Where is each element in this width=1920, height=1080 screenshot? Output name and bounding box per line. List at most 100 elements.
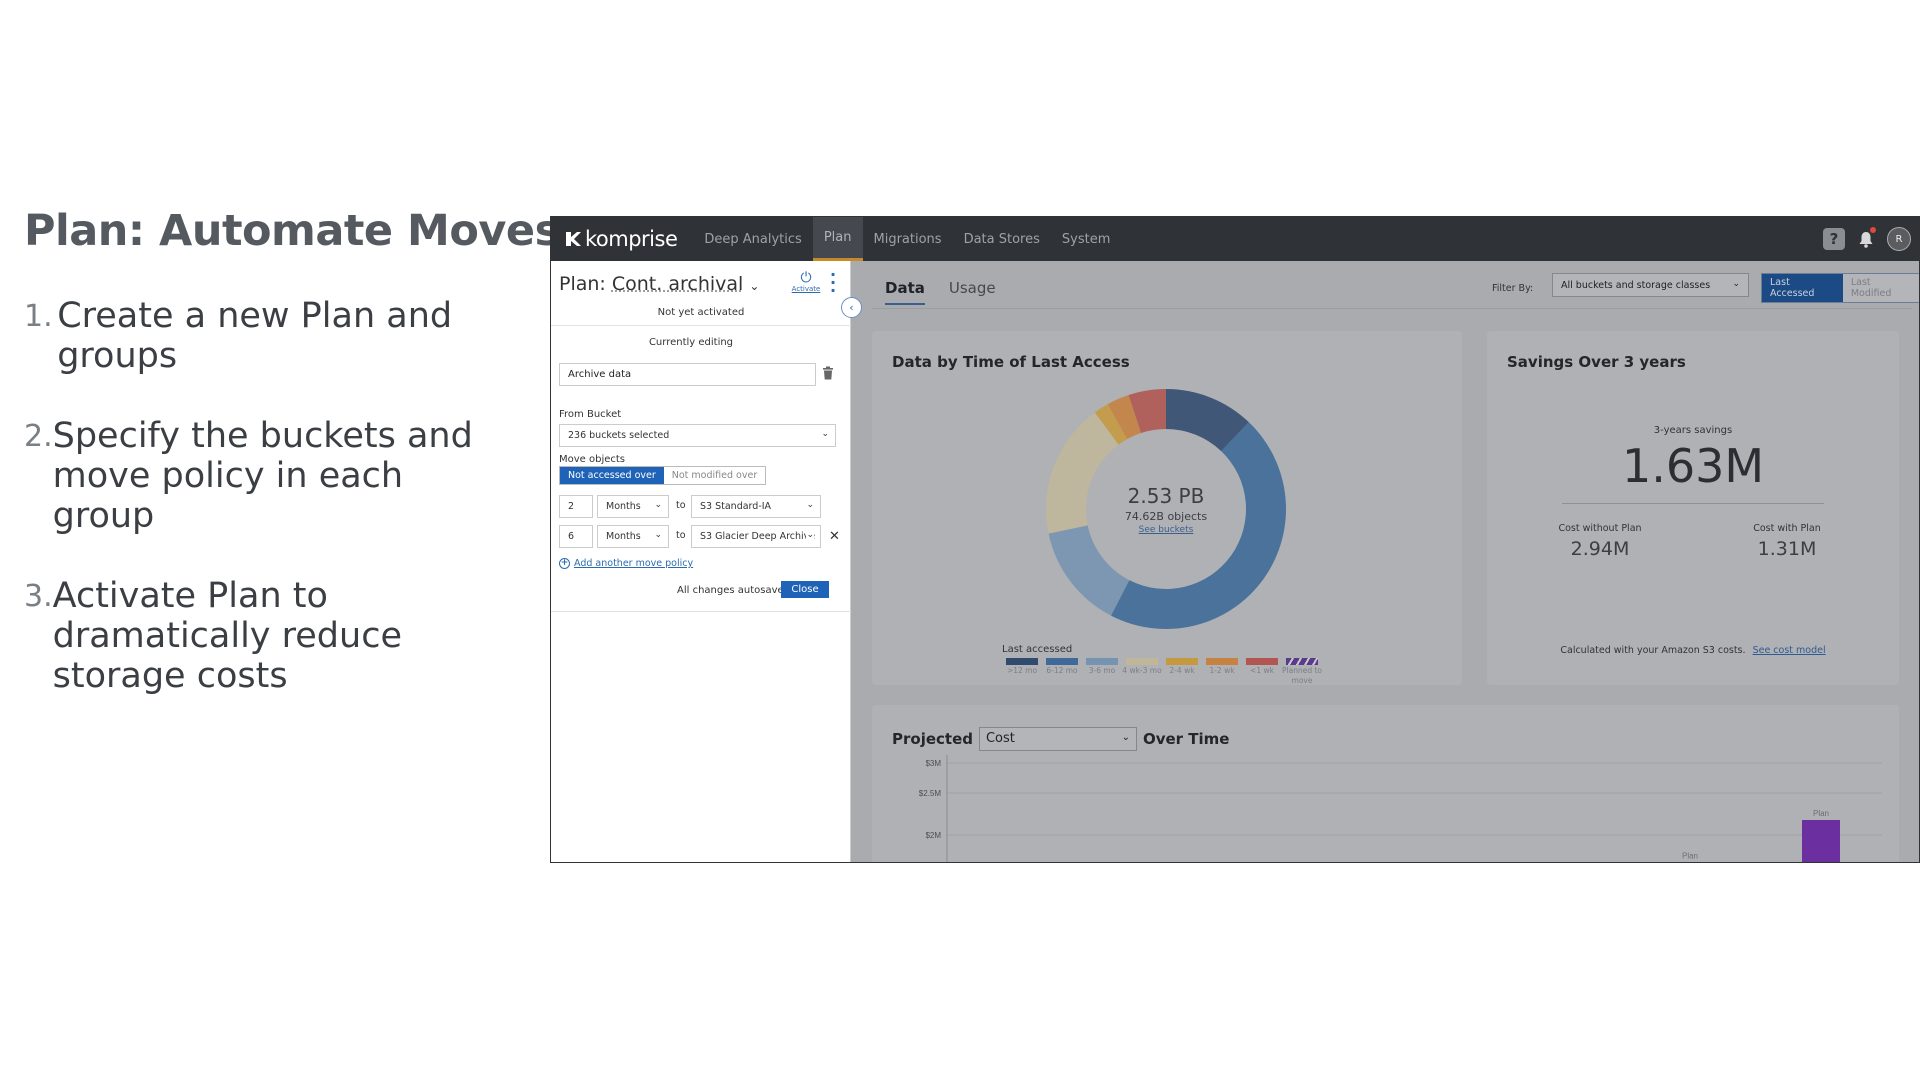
plan-header[interactable]: Plan: Cont. archival ⌄ (559, 273, 759, 295)
move-objects-label: Move objects (559, 454, 626, 465)
card-title: Data by Time of Last Access (892, 353, 1130, 371)
chart-legend: >12 mo 6-12 mo 3-6 mo 4 wk-3 mo 2-4 wk 1-2 wk… (1002, 658, 1322, 686)
add-policy-text: Add another move policy (574, 558, 694, 569)
user-avatar[interactable]: R (1887, 227, 1911, 251)
cost-without-value: 2.94M (1570, 538, 1630, 560)
legend-label: 1-2 wk (1209, 666, 1235, 675)
projected-card: Projected Cost ⌄ Over Time $3M $2.5M $2M on… (872, 705, 1899, 864)
nav-data-stores[interactable]: Data Stores (953, 217, 1051, 261)
savings-value: 1.63M (1621, 439, 1765, 493)
plan-editor-panel: Plan: Cont. archival ⌄ ⏻ Activate · · · No… (551, 261, 851, 862)
notification-dot (1870, 227, 1876, 233)
legend-item: 6-12 mo (1042, 658, 1082, 686)
step-number: 1. (24, 299, 53, 334)
slide-title: Plan: Automate Moves (24, 206, 560, 256)
cost-with-value: 1.31M (1757, 538, 1817, 560)
step-text: Create a new Plan and groups (57, 296, 453, 376)
help-icon[interactable]: ? (1823, 228, 1845, 250)
trash-icon[interactable] (822, 365, 834, 381)
step-item: 3. Activate Plan to dramatically reduce … (24, 576, 494, 696)
policy-amount-input[interactable]: 6 (559, 525, 593, 548)
see-buckets-link[interactable]: See buckets (1139, 525, 1194, 535)
policy-unit-select[interactable]: Months ⌄ (597, 525, 669, 548)
legend-item: 3-6 mo (1082, 658, 1122, 686)
group-name-input[interactable]: Archive data (559, 363, 816, 386)
bar-label: Plan (1813, 809, 1829, 818)
nav-plan[interactable]: Plan (812, 217, 863, 261)
cost-without-label: Cost without Plan (1558, 523, 1642, 534)
view-tabs: Data Usage (885, 279, 1020, 305)
plus-circle-icon: + (559, 558, 570, 569)
step-item: 1. Create a new Plan and groups (24, 296, 494, 376)
top-nav-bar: komprise Deep Analytics Plan Migrations … (551, 217, 1919, 261)
close-button[interactable]: Close (781, 581, 829, 598)
savings-card: Savings Over 3 years 3-years savings 1.6… (1487, 331, 1899, 685)
legend-title: Last accessed (1002, 644, 1073, 655)
total-size: 2.53 PB (1127, 483, 1205, 508)
y-tick-label: $2M (925, 831, 941, 840)
collapse-panel-icon[interactable]: ‹ (841, 297, 862, 318)
segment-last-modified[interactable]: Last Modified (1842, 274, 1919, 302)
policy-target-select[interactable]: S3 Standard-IA ⌄ (691, 495, 821, 518)
top-icons: ? R (1823, 217, 1919, 261)
filter-select-value: All buckets and storage classes (1561, 280, 1711, 291)
policy-amount-input[interactable]: 2 (559, 495, 593, 518)
app-screenshot: komprise Deep Analytics Plan Migrations … (550, 216, 1920, 863)
legend-swatch (1286, 658, 1318, 665)
remove-policy-icon[interactable]: ✕ (829, 529, 840, 544)
y-tick-label: $2.5M (919, 789, 942, 798)
from-bucket-label: From Bucket (559, 409, 622, 420)
chevron-down-icon: ⌄ (806, 500, 814, 510)
nav-migrations[interactable]: Migrations (863, 217, 953, 261)
chevron-down-icon: ⌄ (821, 429, 829, 439)
activate-label: Activate (791, 285, 821, 293)
policy-unit-select[interactable]: Months ⌄ (597, 495, 669, 518)
nav-deep-analytics[interactable]: Deep Analytics (693, 217, 812, 261)
legend-swatch (1046, 658, 1078, 665)
card-title: Savings Over 3 years (1507, 353, 1686, 371)
nav-system[interactable]: System (1051, 217, 1121, 261)
toggle-not-accessed[interactable]: Not accessed over (560, 467, 664, 484)
policy-target-value: S3 Glacier Deep Archive (700, 531, 816, 542)
tab-data[interactable]: Data (885, 279, 925, 305)
savings-footer: Calculated with your Amazon S3 costs. Se… (1487, 645, 1899, 656)
notifications-bell-icon[interactable] (1853, 226, 1879, 252)
legend-swatch (1126, 658, 1158, 665)
policy-target-select[interactable]: S3 Glacier Deep Archive ⌄ (691, 525, 821, 548)
projected-bar[interactable] (1671, 863, 1709, 864)
bucket-select[interactable]: 236 buckets selected ⌄ (559, 424, 836, 447)
legend-label: 6-12 mo (1046, 666, 1078, 675)
tab-usage[interactable]: Usage (949, 279, 996, 305)
cost-without-plan: Cost without Plan 2.94M (1525, 523, 1675, 560)
chevron-down-icon: ⌄ (749, 279, 760, 293)
legend-label: <1 wk (1250, 666, 1274, 675)
chevron-down-icon: ⌄ (654, 530, 662, 540)
brand-logo[interactable]: komprise (564, 227, 678, 251)
activate-button[interactable]: ⏻ Activate (791, 271, 821, 293)
currently-editing-label: Currently editing (648, 337, 734, 348)
main-nav: Deep Analytics Plan Migrations Data Stor… (693, 217, 1121, 261)
legend-item: Planned to move (1282, 658, 1322, 686)
donut-chart: 2.53 PB 74.62B objects See buckets (1046, 389, 1286, 629)
more-options-icon[interactable]: · · · (830, 267, 836, 299)
brand-name: komprise (585, 227, 678, 251)
segment-last-accessed[interactable]: Last Accessed (1762, 274, 1843, 302)
legend-label: >12 mo (1006, 666, 1038, 675)
to-label: to (676, 530, 686, 541)
plan-name-dropdown[interactable]: Cont. archival (612, 273, 743, 295)
filter-select[interactable]: All buckets and storage classes ⌄ (1552, 273, 1749, 297)
legend-label: Planned to move (1282, 666, 1322, 685)
step-item: 2. Specify the buckets and move policy i… (24, 416, 494, 536)
cost-with-plan: Cost with Plan 1.31M (1712, 523, 1862, 560)
add-policy-link[interactable]: + Add another move policy (559, 558, 693, 569)
step-number: 2. (24, 419, 53, 454)
to-label: to (676, 500, 686, 511)
projected-bar[interactable] (1802, 820, 1840, 863)
savings-label: 3-years savings (1653, 425, 1733, 436)
legend-item: <1 wk (1242, 658, 1282, 686)
policy-target-value: S3 Standard-IA (700, 501, 772, 512)
legend-swatch (1246, 658, 1278, 665)
cost-model-link[interactable]: See cost model (1753, 645, 1826, 656)
dashboard-main: Data Usage Filter By: All buckets and st… (852, 261, 1919, 864)
toggle-not-modified[interactable]: Not modified over (663, 467, 766, 484)
